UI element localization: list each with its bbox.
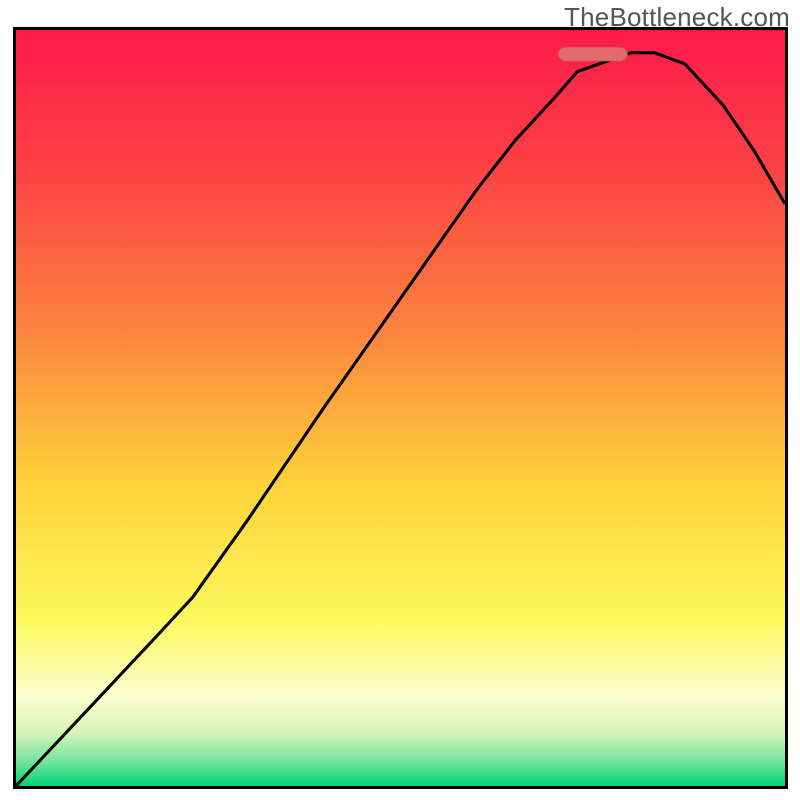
optimal-marker — [558, 47, 627, 61]
plot-area — [13, 27, 788, 789]
chart-wrap: TheBottleneck.com — [0, 0, 800, 800]
plot-svg — [16, 30, 785, 786]
heat-background — [16, 30, 785, 786]
watermark-text: TheBottleneck.com — [564, 2, 790, 33]
